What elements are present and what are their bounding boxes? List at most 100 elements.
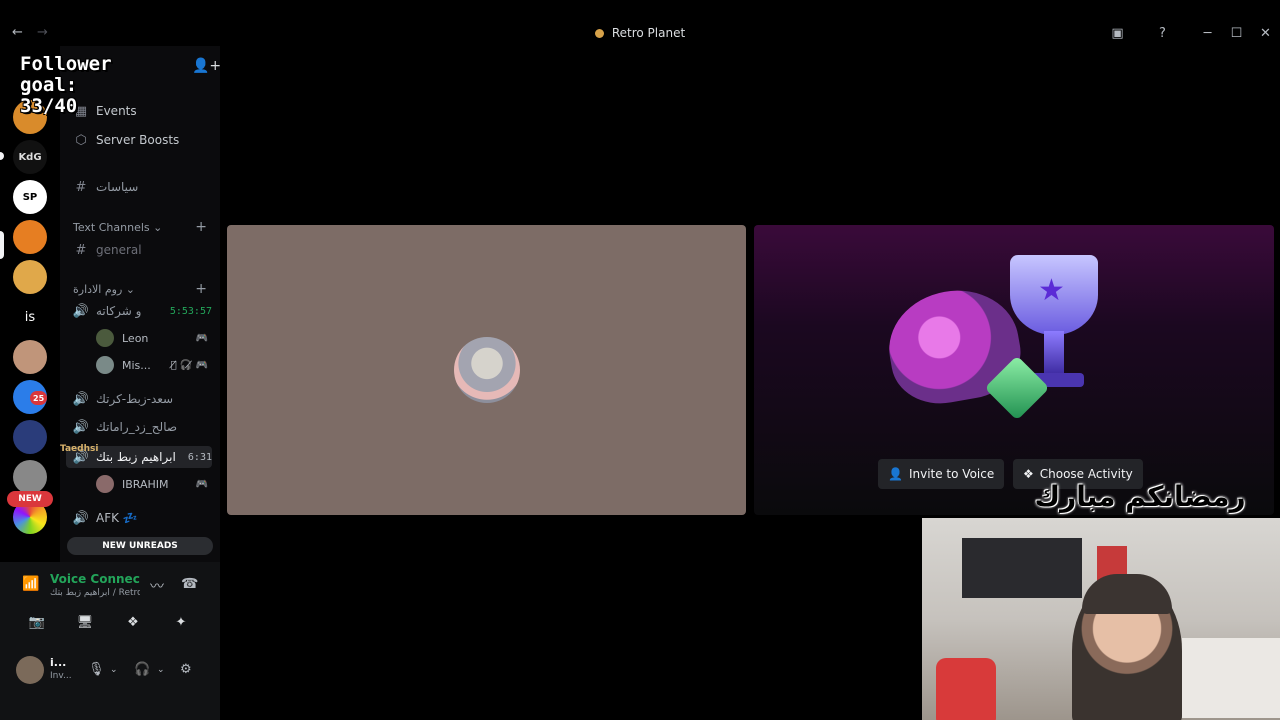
channel-general-label: general [96,243,142,257]
voice-location[interactable]: ابراهيم زبط بتك / Retro... [50,588,140,598]
controller-icon: 🎮 [195,332,208,344]
participant-tile[interactable] [227,225,746,515]
add-user-icon: 👤 [888,467,903,481]
title-bar: ← → Retro Planet ▣ ? ─ ☐ ✕ [0,20,1280,46]
activity-grid-icon: ❖ [1023,467,1034,481]
voice-channel-afk-label: AFK [96,511,119,525]
user-name[interactable]: i... [50,656,66,669]
server-icon-7[interactable] [13,340,47,374]
ramadan-overlay-text: رمضانكم مبارك [1034,480,1246,513]
voice-user[interactable]: Leon 🎮 [96,328,208,348]
server-icon-sp[interactable]: SP [13,180,47,214]
category-admin[interactable]: روم الادارة ⌄ + [73,281,207,297]
voice-status[interactable]: Voice Connected [50,572,140,586]
invite-to-voice-button[interactable]: 👤 Invite to Voice [878,459,1005,489]
channel-rules[interactable]: # سياسات [72,176,212,198]
new-badge[interactable]: NEW [7,491,53,507]
server-icon-5[interactable] [13,260,47,294]
help-icon[interactable]: ? [1148,23,1177,43]
selected-indicator [0,231,4,259]
voice-user-name: Leon [122,331,149,345]
server-icon-is[interactable]: is [13,300,47,334]
voice-timer: 6:31 [187,451,212,463]
muted-deafened-icon: 🎙̸ 🎧̸ 🎮 [170,359,208,371]
window-controls: ▣ ? ─ ☐ ✕ [1103,23,1280,43]
activity-button[interactable]: ❖ [116,610,150,634]
sleep-emoji-icon: 💤 [122,511,138,525]
add-member-icon[interactable]: 👤+ [192,58,221,74]
disconnect-icon[interactable]: ☎ [181,576,198,592]
avatar [96,329,114,347]
trophy-stem [1044,331,1064,375]
voice-channel-3[interactable]: 🔊 صالح_زد_راماتك [72,416,212,438]
maximize-icon[interactable]: ☐ [1222,23,1251,43]
avatar[interactable] [16,656,44,684]
screen-share-button[interactable]: 🖥 [68,610,102,634]
user-status: Inv... [50,671,72,681]
speaker-icon: 🔊 [72,303,90,319]
webcam-person-hat [1082,574,1172,614]
avatar [96,356,114,374]
signal-icon[interactable]: 📶 [22,576,39,592]
channel-rules-label: سياسات [96,180,139,194]
server-boosts-label: Server Boosts [96,133,180,147]
boost-icon: ⬡ [75,132,87,148]
chevron-down-icon[interactable]: ⌄ [110,665,118,675]
voice-user[interactable]: Mis... 🎙̸ 🎧̸ 🎮 [96,355,208,375]
avatar [96,475,114,493]
participant-avatar [454,337,520,403]
chevron-down-icon[interactable]: ⌄ [157,665,165,675]
voice-channel-afk[interactable]: 🔊 AFK 💤 [72,507,212,529]
webcam-chair [936,658,996,720]
category-text-channels[interactable]: Text Channels ⌄ + [73,219,207,235]
server-icon-9[interactable] [13,420,47,454]
add-channel-icon[interactable]: + [195,219,207,235]
channel-general[interactable]: # general [72,239,212,261]
headphones-icon[interactable]: 🎧 [134,662,150,677]
hash-icon: # [75,179,87,195]
window-title-text: Retro Planet [611,26,686,40]
server-icon-4[interactable] [13,220,47,254]
voice-channel-4-label: ابراهيم زبط بتك [96,450,176,464]
voice-channel-2-label: سعد-زبط-كرتك [96,392,174,406]
voice-user-name: Mis... [122,358,151,372]
voice-channel-1-label: و شركاته [96,304,142,318]
settings-gear-icon[interactable]: ⚙ [180,662,192,677]
speaker-icon: 🔊 [72,419,90,435]
star-icon: ★ [1038,273,1065,308]
category-admin-label: روم الادارة [73,282,123,296]
camera-off-button[interactable]: 📷 [20,610,54,634]
inbox-icon[interactable]: ▣ [1103,23,1132,43]
window-title: Retro Planet [0,26,1280,40]
soundboard-button[interactable]: ✦ [164,610,198,634]
server-boosts-item[interactable]: ⬡ Server Boosts [72,129,212,151]
invite-label: Invite to Voice [908,467,995,481]
speaker-icon: 🔊 [72,510,90,526]
voice-panel: 📶 Voice Connected ابراهيم زبط بتك / Retr… [0,562,220,720]
server-icon-kdg[interactable]: KdG [13,140,47,174]
new-unreads-button[interactable]: NEW UNREADS [67,537,213,555]
speaker-icon: 🔊 [72,391,90,407]
close-icon[interactable]: ✕ [1251,23,1280,43]
follower-goal-overlay: Follower goal: 33/40 [20,53,112,117]
voice-channel-2[interactable]: 🔊 سعد-زبط-كرتك [72,388,212,410]
voice-channel-3-label: صالح_زد_راماتك [96,420,178,434]
category-text-label: Text Channels [73,220,150,234]
stream-overlay-name: Taedhsi [60,444,99,454]
voice-timer: 5:53:57 [169,305,212,317]
mention-count-badge: 25 [30,391,48,405]
unread-indicator [0,152,4,160]
voice-user[interactable]: IBRAHIM 🎮 [96,474,208,494]
voice-channel-1[interactable]: 🔊 و شركاته 5:53:57 [72,300,212,322]
hash-icon: # [75,242,87,258]
voice-user-name: IBRAHIM [122,477,169,491]
server-icon [594,29,604,38]
server-icon-10[interactable] [13,460,47,494]
microphone-icon[interactable]: 🎙 [88,662,105,677]
webcam-overlay [922,518,1280,720]
user-area: i... Inv... 🎙 ⌄ 🎧 ⌄ ⚙ [14,654,210,688]
minimize-icon[interactable]: ─ [1193,23,1222,43]
webcam-background-bed [1182,638,1280,718]
noise-suppression-icon[interactable]: 〰 [150,576,164,596]
add-channel-icon[interactable]: + [195,281,207,297]
